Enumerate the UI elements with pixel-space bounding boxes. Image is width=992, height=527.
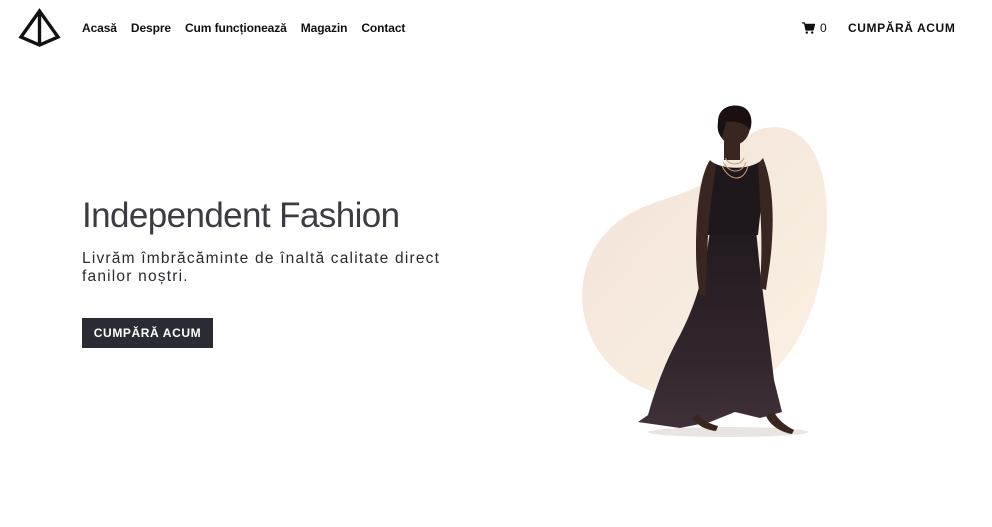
hero-subtitle: Livrăm îmbrăcăminte de înaltă calitate d… <box>82 250 441 285</box>
cart-count: 0 <box>820 21 827 35</box>
hero-buy-now-button[interactable]: CUMPĂRĂ ACUM <box>82 318 213 348</box>
main-nav: Acasă Despre Cum funcționează Magazin Co… <box>82 20 419 36</box>
nav-item-contact[interactable]: Contact <box>361 20 405 36</box>
site-header: Acasă Despre Cum funcționează Magazin Co… <box>0 0 992 56</box>
logo-link[interactable] <box>18 8 61 48</box>
hero-title: Independent Fashion <box>82 196 400 235</box>
nav-item-how-it-works[interactable]: Cum funcționează <box>185 20 287 36</box>
hero-image <box>560 100 860 460</box>
model-in-black-dress-illustration <box>582 105 828 437</box>
header-buy-now-button[interactable]: CUMPĂRĂ ACUM <box>848 20 955 36</box>
pyramid-logo-icon <box>18 8 61 47</box>
nav-item-about[interactable]: Despre <box>131 20 171 36</box>
nav-item-shop[interactable]: Magazin <box>301 20 348 36</box>
cart-icon <box>802 22 815 34</box>
nav-item-home[interactable]: Acasă <box>82 20 117 36</box>
page: Acasă Despre Cum funcționează Magazin Co… <box>0 0 992 527</box>
cart-button[interactable]: 0 <box>802 20 827 36</box>
